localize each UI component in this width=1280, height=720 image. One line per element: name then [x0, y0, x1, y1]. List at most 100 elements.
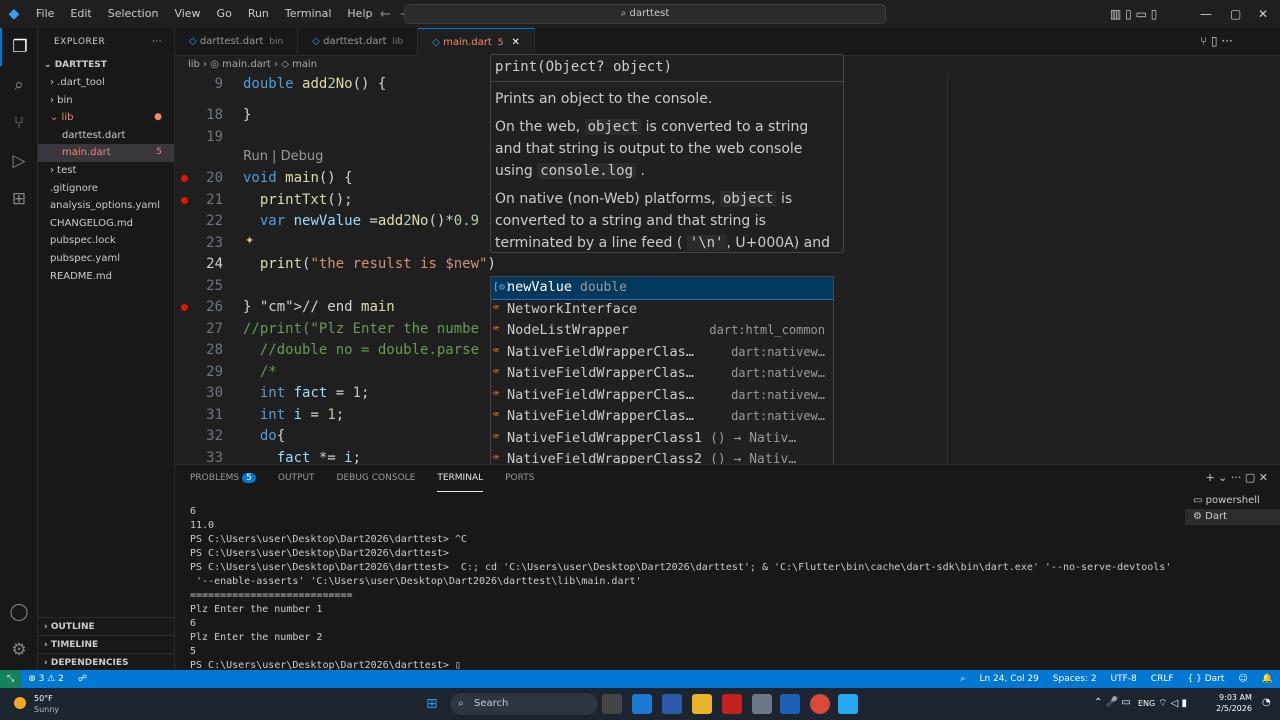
breakpoint-icon[interactable]	[181, 304, 188, 311]
file-tree-item[interactable]: README.md	[38, 268, 174, 286]
language-indicator[interactable]: ENG	[1138, 699, 1155, 708]
store-icon[interactable]	[662, 694, 682, 714]
minimap[interactable]	[1195, 74, 1257, 134]
file-tree-item[interactable]: › .dart_tool	[38, 74, 174, 92]
suggestion-item[interactable]: ꟹ NativeFieldWrapperClass1 () → Nativ…	[491, 428, 833, 450]
file-tree-item[interactable]: main.dart 5	[38, 144, 174, 162]
panel-tab-terminal[interactable]: TERMINAL	[437, 465, 484, 492]
menu-edit[interactable]: Edit	[62, 0, 99, 28]
menu-go[interactable]: Go	[209, 0, 240, 28]
tray-icons[interactable]: ⌃ 🎤 ▭	[1094, 697, 1131, 708]
panel-tab-problems[interactable]: PROBLEMS 5	[190, 465, 256, 491]
suggestion-label: newValue	[507, 279, 573, 295]
maximize-icon[interactable]: ▢	[1230, 0, 1241, 28]
file-tree-item[interactable]: › bin	[38, 92, 174, 110]
network-volume-icon[interactable]: ⌔ ◁ ▮	[1158, 697, 1187, 710]
lightbulb-icon[interactable]: ✦	[245, 234, 254, 247]
outline-section[interactable]: › OUTLINE	[38, 617, 175, 635]
panel-tab-output[interactable]: OUTPUT	[278, 465, 315, 491]
account-icon[interactable]: ◯	[0, 593, 38, 631]
file-tree-item[interactable]: pubspec.lock	[38, 232, 174, 250]
suggestion-item[interactable]: ꟹ NodeListWrapper dart:html_common	[491, 320, 833, 342]
explorer-icon[interactable]: ❐	[0, 28, 38, 66]
file-explorer-icon[interactable]	[692, 694, 712, 714]
task-view-icon[interactable]	[602, 694, 622, 714]
breakpoint-icon[interactable]	[181, 197, 188, 204]
command-center-search[interactable]: ⌕ darttest	[404, 4, 886, 24]
suggestion-item[interactable]: ꟹ NativeFieldWrapperClas… dart:nativew…	[491, 406, 833, 428]
clock[interactable]: 9:03 AM 2/5/2026	[1216, 692, 1252, 714]
language-mode[interactable]: { } Dart	[1181, 670, 1232, 688]
file-tree-item[interactable]: .gitignore	[38, 180, 174, 198]
vscode-taskbar-icon[interactable]	[838, 694, 858, 714]
word-icon[interactable]	[780, 694, 800, 714]
weather-temp: 50°F	[34, 694, 53, 703]
menu-run[interactable]: Run	[240, 0, 277, 28]
settings-app-icon[interactable]	[752, 694, 772, 714]
notification-center-icon[interactable]: ◔	[1262, 697, 1271, 708]
pdf-app-icon[interactable]	[722, 694, 742, 714]
file-tree-item[interactable]: ⌄ lib ●	[38, 109, 174, 127]
workspace-root[interactable]: ⌄ DARTTEST	[38, 56, 174, 74]
panel-tab-debug-console[interactable]: DEBUG CONSOLE	[337, 465, 416, 491]
menu-selection[interactable]: Selection	[100, 0, 167, 28]
extensions-icon[interactable]: ⊞	[0, 180, 38, 218]
weather-icon[interactable]	[14, 697, 26, 709]
file-tree-item[interactable]: analysis_options.yaml	[38, 197, 174, 215]
notifications-icon[interactable]: 🔔	[1255, 670, 1280, 688]
tab-darttest-dart[interactable]: ◇ darttest.dart bin	[175, 28, 299, 56]
search-icon[interactable]: ⌕	[0, 66, 38, 104]
close-icon[interactable]: ✕	[512, 37, 520, 48]
minimize-icon[interactable]: —	[1200, 0, 1212, 28]
file-tree-item[interactable]: pubspec.yaml	[38, 250, 174, 268]
menu-view[interactable]: View	[166, 0, 208, 28]
terminal-instance[interactable]: ⚙ Dart	[1185, 509, 1280, 525]
menu-file[interactable]: File	[28, 0, 62, 28]
line-number: 22	[206, 213, 223, 229]
encoding[interactable]: UTF-8	[1104, 670, 1144, 688]
code-text: int i = 1;	[259, 407, 345, 423]
taskbar-search[interactable]: ⌕ Search	[450, 693, 598, 715]
cursor-position[interactable]: Ln 24, Col 29	[972, 670, 1045, 688]
file-tree-item[interactable]: darttest.dart	[38, 127, 174, 145]
menu-terminal[interactable]: Terminal	[277, 0, 340, 28]
file-tree-item[interactable]: CHANGELOG.md	[38, 215, 174, 233]
tab-main-dart[interactable]: ◇ main.dart 5 ✕	[418, 28, 535, 56]
menu-help[interactable]: Help	[339, 0, 380, 28]
terminal-output[interactable]: 6 11.0 PS C:\Users\user\Desktop\Dart2026\d…	[190, 505, 1180, 673]
suggestion-item[interactable]: ꟹ NativeFieldWrapperClas… dart:nativew…	[491, 363, 833, 385]
suggestion-item[interactable]: ꟹ NativeFieldWrapperClas… dart:nativew…	[491, 385, 833, 407]
chrome-icon[interactable]	[810, 694, 830, 714]
panel-tab-ports[interactable]: PORTS	[505, 465, 534, 491]
more-icon[interactable]: ···	[152, 28, 162, 56]
code-line[interactable]: 24 print("the resulst is $new")	[175, 254, 1275, 276]
copilot-icon[interactable]: ☺	[1231, 670, 1254, 688]
close-window-icon[interactable]: ✕	[1258, 0, 1268, 28]
dependencies-section[interactable]: › DEPENDENCIES	[38, 653, 175, 671]
source-control-icon[interactable]: ⑂	[0, 104, 38, 142]
suggestion-item[interactable]: ꟹ NetworkInterface	[491, 299, 833, 321]
timeline-section[interactable]: › TIMELINE	[38, 635, 175, 653]
panel-actions-icon[interactable]: + ⌄ ··· ▢ ✕	[1205, 471, 1268, 484]
tab-darttest-dart[interactable]: ◇ darttest.dart lib	[298, 28, 419, 56]
zoom-icon[interactable]: ⌕	[953, 670, 972, 688]
edge-icon[interactable]	[632, 694, 652, 714]
run-debug-icon[interactable]: ▷	[0, 142, 38, 180]
terminal-instance[interactable]: ▭ powershell	[1185, 493, 1280, 509]
breakpoint-icon[interactable]	[181, 175, 188, 182]
problems-status[interactable]: ⊗ 3 ⚠ 2	[21, 670, 71, 688]
layout-icon[interactable]: ▥ ▯ ▭ ▯	[1110, 0, 1157, 28]
weather-widget[interactable]: 50°F Sunny	[34, 693, 59, 715]
remote-icon[interactable]: ⤡	[0, 670, 22, 688]
suggestion-item[interactable]: ꟹ NativeFieldWrapperClas… dart:nativew…	[491, 342, 833, 364]
line-ending[interactable]: CRLF	[1144, 670, 1181, 688]
codelens-run-debug[interactable]: Run | Debug	[243, 149, 323, 164]
indentation[interactable]: Spaces: 2	[1046, 670, 1104, 688]
ports-icon[interactable]: ☍	[71, 670, 94, 688]
gear-icon[interactable]: ⚙	[0, 631, 38, 669]
suggestion-item[interactable]: [⊙] newValue double	[491, 277, 833, 300]
start-icon[interactable]: ⊞	[426, 696, 438, 712]
file-tree-item[interactable]: › test	[38, 162, 174, 180]
back-arrow-icon[interactable]: ←	[380, 7, 391, 22]
editor-actions-icon[interactable]: ⑂ ▯ ···	[1200, 34, 1233, 48]
